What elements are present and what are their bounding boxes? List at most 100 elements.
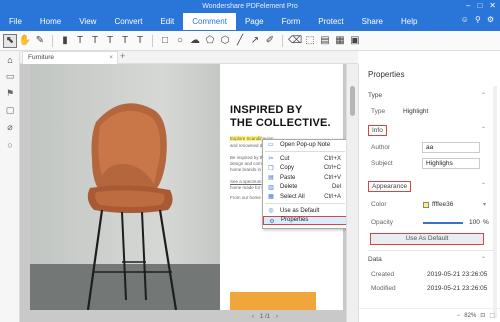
strikethrough-tool-icon[interactable]: T (118, 34, 132, 48)
menu-view[interactable]: View (70, 13, 105, 30)
polygon-tool-icon[interactable]: ⬠ (203, 34, 217, 48)
properties-panel: Properties Type ⌃ Type Highlight Info ⌃ … (358, 64, 500, 322)
chevron-up-icon[interactable]: ⌃ (481, 256, 486, 263)
author-field[interactable]: aa (422, 142, 480, 153)
note-tool-icon[interactable]: ▮ (58, 34, 72, 48)
maximize-button[interactable]: □ (477, 1, 482, 10)
eraser-tool-icon[interactable]: ⌫ (288, 34, 302, 48)
page-navigator: ‹ 1 /1 › (230, 311, 300, 322)
comment-tool-icon[interactable]: ✎ (33, 34, 47, 48)
menu-convert[interactable]: Convert (105, 13, 151, 30)
arrow-tool-icon[interactable]: ↗ (248, 34, 262, 48)
text-tool-icon[interactable]: T (73, 34, 87, 48)
zoom-value[interactable]: 82% (464, 313, 476, 319)
menu-page[interactable]: Page (236, 13, 273, 30)
chevron-up-icon[interactable]: ⌃ (481, 182, 486, 189)
menu-home[interactable]: Home (31, 13, 70, 30)
minimize-button[interactable]: – (466, 1, 470, 10)
note-icon: ▭ (268, 142, 274, 148)
opacity-label: Opacity (371, 219, 394, 226)
home-icon[interactable]: ⌂ (0, 51, 20, 68)
ctx-label: Select All (280, 193, 305, 200)
next-page-icon[interactable]: › (276, 314, 278, 320)
text-highlight-tool-icon[interactable]: T (88, 34, 102, 48)
settings-icon[interactable]: ⚙ (487, 15, 494, 24)
opacity-slider[interactable] (423, 222, 463, 224)
ctx-select-all[interactable]: ▦ Select All Ctrl+A (263, 192, 347, 201)
oval-tool-icon[interactable]: ○ (173, 34, 187, 48)
fit-page-icon[interactable]: ⊡ (480, 312, 485, 319)
body-line: See a spectrum (230, 179, 262, 184)
panel-title: Properties (368, 70, 405, 79)
ctx-cut[interactable]: ✂ Cut Ctrl+X (263, 154, 347, 163)
menu-protect[interactable]: Protect (309, 13, 352, 30)
body-line: home brands in o (230, 167, 265, 172)
ctx-copy[interactable]: ❐ Copy Ctrl+C (263, 164, 347, 173)
info-section-header: Info (368, 125, 387, 136)
heading-line-2: THE COLLECTIVE. (230, 117, 331, 129)
thumbnails-icon[interactable]: ▭ (0, 68, 20, 85)
type-section-header: Type (368, 92, 383, 99)
close-tab-icon[interactable]: × (109, 52, 113, 64)
chevron-up-icon[interactable]: ⌃ (481, 126, 486, 133)
color-swatch[interactable] (423, 202, 429, 208)
rectangle-tool-icon[interactable]: □ (158, 34, 172, 48)
modified-label: Modified (371, 285, 396, 292)
attach-tool-icon[interactable]: ▣ (348, 34, 362, 48)
comments-panel-icon[interactable]: ▢ (0, 102, 20, 119)
canvas-scrollbar[interactable] (346, 64, 358, 322)
menu-share[interactable]: Share (353, 13, 392, 30)
select-tool-icon[interactable]: ⬉ (3, 33, 17, 48)
menu-help[interactable]: Help (392, 13, 426, 30)
window-controls: – □ ✕ (466, 1, 496, 10)
zoom-out-icon[interactable]: − (457, 313, 461, 319)
search-icon[interactable]: ⚲ (475, 15, 481, 24)
hand-tool-icon[interactable]: ✋ (18, 34, 32, 48)
use-as-default-button[interactable]: Use As Default (370, 233, 484, 245)
menu-comment[interactable]: Comment (183, 13, 236, 30)
prev-page-icon[interactable]: ‹ (252, 314, 254, 320)
textbox-tool-icon[interactable]: ▤ (318, 34, 332, 48)
line-tool-icon[interactable]: ╱ (233, 34, 247, 48)
underline-tool-icon[interactable]: T (103, 34, 117, 48)
callout-tool-icon[interactable]: ▦ (333, 34, 347, 48)
attachment-icon[interactable]: ⌀ (0, 119, 20, 136)
bookmark-icon[interactable]: ⚑ (0, 85, 20, 102)
toolbar-divider (52, 34, 53, 47)
toolbar-divider (152, 34, 153, 47)
pentagon-tool-icon[interactable]: ⬡ (218, 34, 232, 48)
cloud-tool-icon[interactable]: ☁ (188, 34, 202, 48)
document-tab-bar: Furniture × + (20, 51, 358, 64)
close-button[interactable]: ✕ (489, 1, 496, 10)
ctx-use-as-default[interactable]: ◎ Use as Default (263, 206, 347, 215)
panel-scrollbar[interactable] (493, 86, 497, 318)
toolbar-divider (282, 34, 283, 47)
pencil-tool-icon[interactable]: ✐ (263, 34, 277, 48)
menu-edit[interactable]: Edit (151, 13, 183, 30)
scrollbar-thumb[interactable] (350, 86, 355, 116)
page-number[interactable]: 1 /1 (260, 314, 270, 320)
ctx-properties[interactable]: ⚙ Properties (263, 215, 347, 226)
opacity-value[interactable]: 100 (469, 219, 480, 226)
menu-form[interactable]: Form (273, 13, 310, 30)
ctx-label: Delete (280, 184, 298, 191)
chair-photo (30, 64, 220, 310)
new-tab-icon[interactable]: + (120, 51, 125, 61)
properties-icon: ⚙ (269, 218, 275, 225)
stamp-tool-icon[interactable]: ⬚ (303, 34, 317, 48)
document-tab[interactable]: Furniture × (22, 51, 118, 64)
fit-width-icon[interactable]: ⬚ (489, 312, 495, 319)
user-icon[interactable]: ☺ (461, 15, 469, 24)
ctx-open-popup-note[interactable]: ▭ Open Pop-up Note (263, 140, 347, 149)
chevron-up-icon[interactable]: ⌃ (481, 92, 486, 99)
ctx-paste[interactable]: ▤ Paste Ctrl+V (263, 173, 347, 182)
search-panel-icon[interactable]: ○ (0, 136, 20, 153)
ctx-delete[interactable]: ▥ Delete Del (263, 183, 347, 192)
subject-field[interactable]: Highlighs (422, 158, 480, 169)
squiggly-tool-icon[interactable]: T (133, 34, 147, 48)
color-dropdown-icon[interactable]: ▾ (483, 201, 486, 208)
comment-toolbar: ⬉ ✋ ✎ ▮ T T T T T □ ○ ☁ ⬠ ⬡ ╱ ↗ ✐ ⌫ ⬚ ▤ … (0, 31, 500, 51)
menu-file[interactable]: File (0, 13, 31, 30)
menu-separator (265, 203, 345, 205)
subject-label: Subject (371, 160, 393, 167)
